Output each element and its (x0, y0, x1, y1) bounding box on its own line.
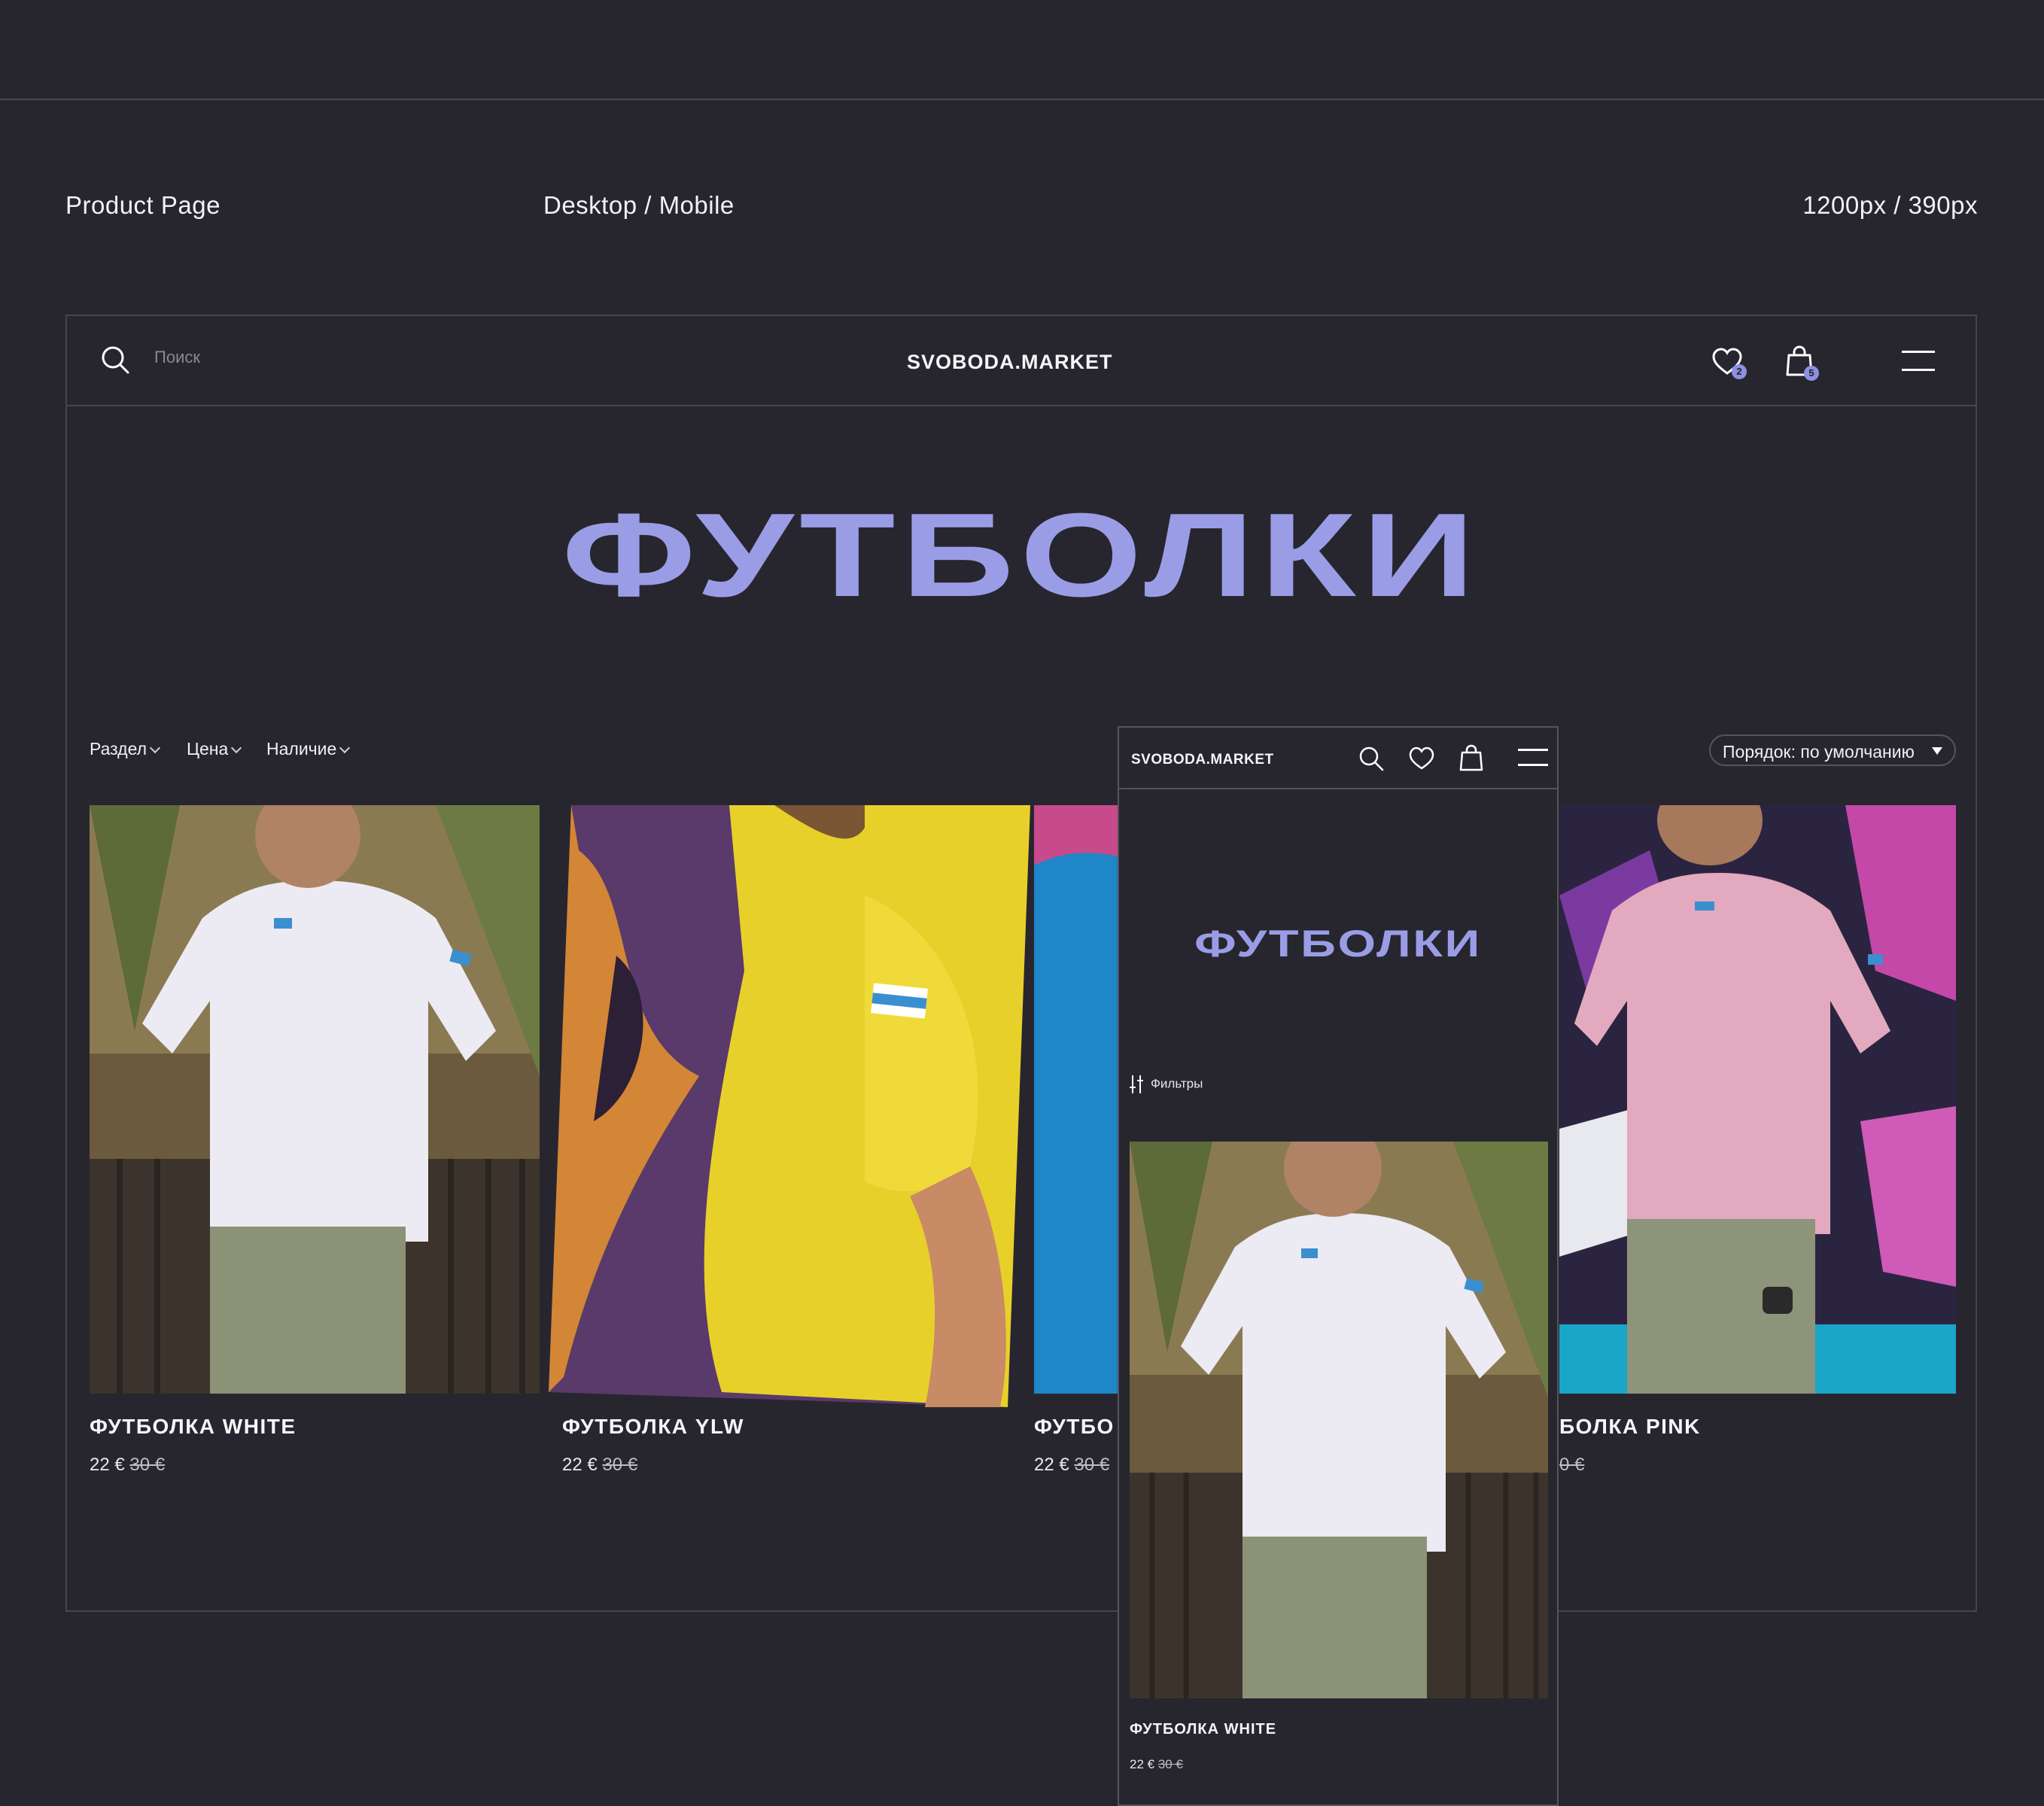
favorites-button[interactable]: 2 (1711, 346, 1748, 384)
current-price: 22 € (1130, 1757, 1155, 1771)
sizes-label: 1200px / 390px (1802, 191, 1978, 219)
product-price: 22 € 30 € (562, 1455, 637, 1476)
product-name[interactable]: БОЛКА PINK (1559, 1415, 1701, 1439)
search-icon[interactable] (1358, 746, 1384, 771)
page-title: ФУТБОЛКИ (1194, 923, 1482, 965)
menu-icon[interactable] (1902, 351, 1935, 372)
mobile-frame: SVOBODA.MARKET ФУТБОЛКИ Фильтры ФУТБОЛКА… (1118, 726, 1559, 1806)
product-name[interactable]: ФУТБО (1034, 1415, 1115, 1439)
cart-button[interactable]: 5 (1783, 345, 1820, 384)
search-icon[interactable] (100, 345, 130, 375)
product-photo-white (1130, 1142, 1548, 1698)
product-photo-ylw (549, 805, 1030, 1407)
desktop-header: Поиск SVOBODA.MARKET 2 5 (67, 316, 1976, 406)
chevron-down-icon (231, 742, 242, 754)
filter-sliders-icon (1130, 1075, 1143, 1093)
old-price: 0 € (1559, 1455, 1585, 1475)
old-price: 30 € (602, 1455, 638, 1475)
desktop-frame: Поиск SVOBODA.MARKET 2 5 ФУТБОЛКИ Раздел… (65, 315, 1977, 1612)
chevron-down-icon (339, 742, 351, 754)
product-price: 0 € (1559, 1455, 1584, 1476)
sort-label: Порядок: по умолчанию (1723, 742, 1915, 762)
page-type-label: Product Page (65, 191, 221, 219)
page-title: ФУТБОЛКИ (561, 489, 1481, 622)
favorites-count-badge: 2 (1732, 364, 1747, 379)
current-price: 22 € (90, 1455, 125, 1475)
current-price: 22 € (1034, 1455, 1069, 1475)
product-image-ylw[interactable] (549, 805, 1030, 1422)
top-divider (0, 99, 2044, 100)
product-photo-blue (1034, 805, 1124, 1394)
menu-icon[interactable] (1518, 749, 1548, 767)
product-image-blue[interactable] (1034, 805, 1124, 1394)
filter-availability[interactable]: Наличие (266, 739, 351, 759)
site-logo[interactable]: SVOBODA.MARKET (1131, 752, 1274, 768)
filter-section[interactable]: Раздел (90, 739, 161, 759)
product-name[interactable]: ФУТБОЛКА YLW (562, 1415, 744, 1439)
chevron-down-icon (149, 742, 161, 754)
site-logo[interactable]: SVOBODA.MARKET (907, 351, 1113, 374)
old-price: 30 € (129, 1455, 166, 1475)
heart-icon[interactable] (1408, 746, 1435, 771)
product-price: 22 € 30 € (1130, 1757, 1183, 1772)
old-price: 30 € (1157, 1757, 1183, 1771)
product-name[interactable]: ФУТБОЛКА WHITE (90, 1415, 297, 1439)
filters-button[interactable]: Фильтры (1130, 1075, 1203, 1094)
product-name[interactable]: ФУТБОЛКА WHITE (1130, 1721, 1276, 1738)
shopping-bag-icon[interactable] (1459, 744, 1483, 771)
filter-price-label: Цена (187, 739, 229, 759)
cart-count-badge: 5 (1804, 366, 1819, 381)
filters-label: Фильтры (1151, 1076, 1203, 1091)
product-image-white[interactable] (1130, 1142, 1548, 1698)
product-price: 22 € 30 € (1034, 1455, 1109, 1476)
filter-price[interactable]: Цена (187, 739, 242, 759)
filter-availability-label: Наличие (266, 739, 337, 759)
mobile-header: SVOBODA.MARKET (1119, 728, 1557, 789)
product-price: 22 € 30 € (90, 1455, 165, 1476)
product-image-white[interactable] (90, 805, 540, 1394)
devices-label: Desktop / Mobile (543, 191, 735, 219)
product-photo-pink (1559, 805, 1956, 1394)
old-price: 30 € (1074, 1455, 1110, 1475)
dropdown-arrow-icon (1932, 747, 1942, 755)
product-image-pink[interactable] (1559, 805, 1956, 1394)
current-price: 22 € (562, 1455, 598, 1475)
search-input[interactable]: Поиск (154, 348, 200, 367)
sort-select[interactable]: Порядок: по умолчанию (1709, 734, 1956, 766)
product-photo-white (90, 805, 540, 1394)
filter-section-label: Раздел (90, 739, 148, 759)
